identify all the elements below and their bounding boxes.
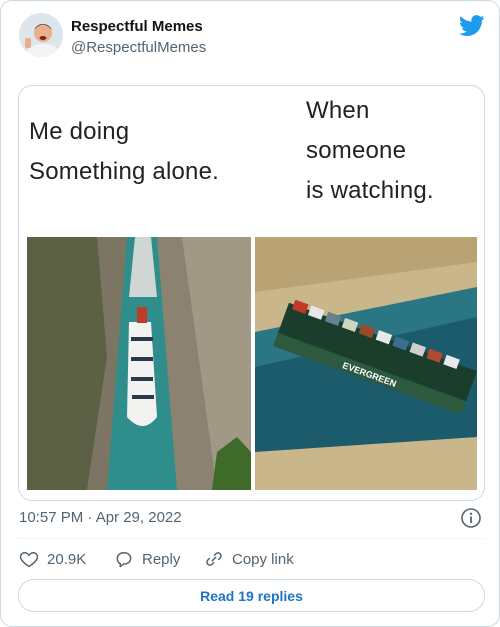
- heart-icon: [19, 551, 39, 568]
- reply-icon: [116, 552, 132, 568]
- like-count: 20.9K: [47, 550, 87, 568]
- author-name[interactable]: Respectful Memes: [71, 18, 203, 35]
- right-caption: When someone is watching.: [306, 97, 434, 204]
- container-ship-photo: EVERGREEN: [255, 237, 477, 490]
- copy-link-label: Copy link: [232, 550, 294, 568]
- reply-label: Reply: [142, 550, 181, 568]
- read-replies-button[interactable]: Read 19 replies: [18, 579, 485, 612]
- info-icon[interactable]: [460, 507, 482, 529]
- copy-link-button[interactable]: Copy link: [204, 548, 294, 570]
- canal-photo-left: [27, 237, 251, 490]
- left-caption: Me doing Something alone.: [29, 118, 219, 185]
- tweet-timestamp[interactable]: 10:57 PM · Apr 29, 2022: [19, 509, 182, 526]
- meme-image[interactable]: Me doing Something alone. When someone i…: [18, 85, 485, 501]
- reply-button[interactable]: Reply: [114, 548, 180, 570]
- avatar[interactable]: [19, 13, 63, 57]
- author-handle[interactable]: @RespectfulMemes: [71, 39, 206, 56]
- tweet-card: Respectful Memes @RespectfulMemes Me doi…: [0, 0, 500, 627]
- link-icon: [206, 552, 222, 566]
- divider: [18, 538, 483, 539]
- twitter-bird-icon[interactable]: [459, 15, 485, 37]
- like-button[interactable]: 20.9K: [19, 548, 86, 570]
